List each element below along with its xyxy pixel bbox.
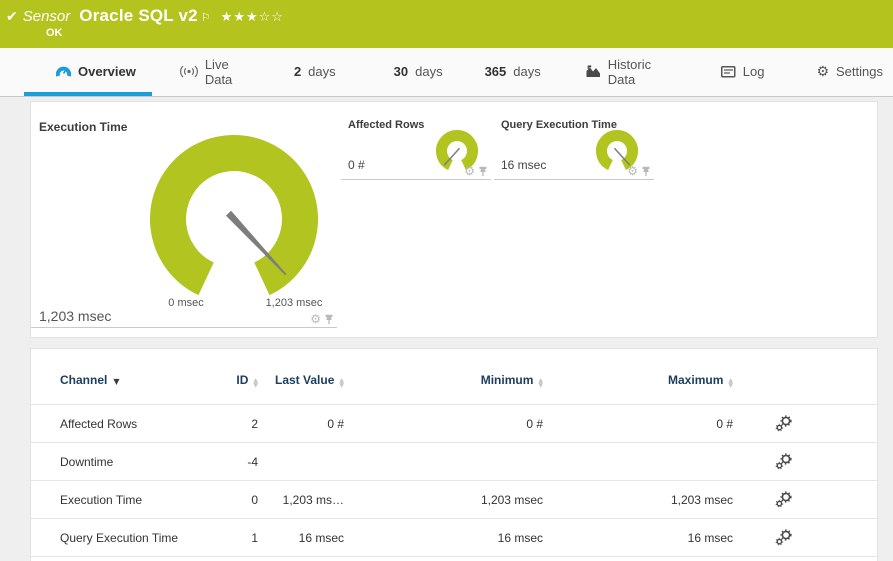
channel-minimum: 0 # (526, 416, 543, 431)
gauge-scale-min: 0 msec (168, 297, 204, 309)
column-header-minimum[interactable]: Minimum ▲ ▼ (344, 363, 543, 405)
column-header-actions (733, 363, 877, 405)
channel-name[interactable]: Affected Rows (31, 405, 201, 443)
column-header-id-label: ID (236, 373, 249, 387)
gauge-settings-gear-icon[interactable]: ⚙ (464, 165, 475, 177)
pin-icon[interactable] (324, 314, 334, 325)
channel-name[interactable]: Execution Time (31, 481, 201, 519)
sensor-status-bar: ✔ Sensor Oracle SQL v2 ⚐ ★★★☆☆ OK (0, 0, 893, 48)
channel-maximum: 16 msec (687, 530, 733, 545)
gauge-title: Execution Time (39, 120, 128, 134)
tab-overview-label: Overview (78, 64, 136, 79)
gauge-icon (56, 65, 71, 78)
channel-last-value (258, 443, 344, 481)
sort-descending-icon: ▼ (113, 377, 120, 386)
tab-overview[interactable]: Overview (24, 48, 152, 96)
channel-settings-gears-icon[interactable] (775, 453, 792, 470)
gauge-value: 0 # (348, 158, 365, 172)
stars-empty: ☆☆ (258, 10, 284, 25)
channel-settings-gears-icon[interactable] (775, 415, 792, 432)
channel-last-value: 0 # (327, 416, 344, 431)
check-icon: ✔ (6, 9, 18, 25)
area-chart-icon (586, 65, 601, 78)
table-row[interactable]: Execution Time 0 1,203 ms… 1,203 msec 1,… (31, 480, 877, 519)
tab-365-days-unit: days (513, 64, 541, 79)
channel-settings-gears-icon[interactable] (775, 529, 792, 546)
page-title: Oracle SQL v2 (79, 6, 198, 25)
tab-bar: Overview Live Data 2 days 30 days 365 da… (0, 48, 893, 97)
log-list-icon (720, 65, 736, 78)
channel-id: 1 (251, 530, 258, 545)
tab-live-data-label: Live Data (204, 56, 233, 87)
channel-minimum: 1,203 msec (480, 492, 543, 507)
channel-name[interactable]: Downtime (31, 443, 201, 481)
sort-icon: ▲ ▼ (253, 377, 258, 389)
gauge-value: 1,203 msec (39, 308, 112, 324)
object-kind-label: Sensor (22, 8, 71, 25)
channel-id: -4 (247, 454, 258, 469)
channel-maximum: 1,203 msec (670, 492, 733, 507)
column-header-channel-label: Channel (60, 373, 108, 387)
tab-30-days[interactable]: 30 days (394, 48, 443, 96)
channel-last-value: 1,203 ms… (282, 492, 344, 507)
gauges-panel: Execution Time 0 msec 1,203 msec 1,203 m… (30, 101, 878, 338)
table-row[interactable]: Downtime -4 (31, 442, 877, 481)
broadcast-icon (179, 65, 198, 78)
table-row[interactable]: Affected Rows 2 0 # 0 # 0 # (31, 404, 877, 443)
status-badge: OK (46, 27, 63, 39)
channel-last-value: 16 msec (298, 530, 344, 545)
channels-table-body: Affected Rows 2 0 # 0 # 0 # Downtime -4 (31, 404, 877, 557)
channels-panel: Channel ▼ ID ▲ ▼ Last Value ▲ ▼ Minimum ▲ ▼ Max… (30, 348, 878, 561)
gauge-value: 16 msec (501, 158, 547, 172)
tab-historic-data[interactable]: Historic Data (586, 48, 673, 96)
gauge-title: Affected Rows (348, 119, 425, 131)
gauge-scale-max: 1,203 msec (265, 297, 323, 309)
gauge-settings-gear-icon[interactable]: ⚙ (310, 313, 321, 325)
tab-log-label: Log (742, 64, 765, 79)
channel-name[interactable]: Query Execution Time (31, 519, 201, 557)
gauge-settings-gear-icon[interactable]: ⚙ (627, 165, 638, 177)
sort-icon: ▲ ▼ (538, 377, 543, 389)
column-header-minimum-label: Minimum (480, 373, 534, 387)
gear-icon: ⚙ (816, 63, 830, 80)
priority-flag-icon[interactable]: ⚐ (201, 11, 211, 24)
column-header-channel[interactable]: Channel ▼ (31, 363, 201, 405)
tab-log[interactable]: Log (720, 48, 765, 96)
sort-icon: ▲ ▼ (339, 377, 344, 389)
tab-historic-data-label: Historic Data (607, 56, 652, 87)
channel-settings-gears-icon[interactable] (775, 491, 792, 508)
tab-2-days[interactable]: 2 days (294, 48, 336, 96)
sort-icon: ▲ ▼ (728, 377, 733, 389)
pin-icon[interactable] (641, 166, 651, 177)
channel-maximum (543, 443, 733, 481)
tab-live-data[interactable]: Live Data (179, 48, 252, 96)
column-header-id[interactable]: ID ▲ ▼ (201, 363, 258, 405)
tab-365-days-number: 365 (484, 64, 507, 79)
channel-minimum: 16 msec (497, 530, 543, 545)
table-row[interactable]: Query Execution Time 1 16 msec 16 msec 1… (31, 518, 877, 557)
tab-30-days-unit: days (415, 64, 443, 79)
tab-365-days[interactable]: 365 days (485, 48, 541, 96)
gauge-card-affected-rows: Affected Rows 0 # ⚙ (341, 110, 491, 180)
channel-id: 2 (251, 416, 258, 431)
tab-settings-label: Settings (836, 64, 883, 79)
execution-time-gauge (150, 135, 318, 296)
channel-minimum (344, 443, 543, 481)
column-header-last-value[interactable]: Last Value ▲ ▼ (258, 363, 344, 405)
column-header-maximum-label: Maximum (668, 373, 724, 387)
tab-settings[interactable]: ⚙ Settings (816, 48, 893, 96)
column-header-maximum[interactable]: Maximum ▲ ▼ (543, 363, 733, 405)
tab-30-days-number: 30 (393, 64, 409, 79)
tab-2-days-number: 2 (293, 64, 302, 79)
channel-maximum: 0 # (716, 416, 733, 431)
channel-id: 0 (251, 492, 258, 507)
gauge-card-execution-time: Execution Time 0 msec 1,203 msec 1,203 m… (31, 110, 337, 328)
stars-filled: ★★★ (220, 10, 259, 25)
column-header-last-value-label: Last Value (275, 373, 335, 387)
gauge-card-query-execution-time: Query Execution Time 16 msec ⚙ (494, 110, 654, 180)
pin-icon[interactable] (478, 166, 488, 177)
tab-2-days-unit: days (308, 64, 336, 79)
priority-stars[interactable]: ★★★☆☆ (221, 10, 284, 25)
channels-table: Channel ▼ ID ▲ ▼ Last Value ▲ ▼ Minimum ▲ ▼ Max… (31, 363, 877, 557)
